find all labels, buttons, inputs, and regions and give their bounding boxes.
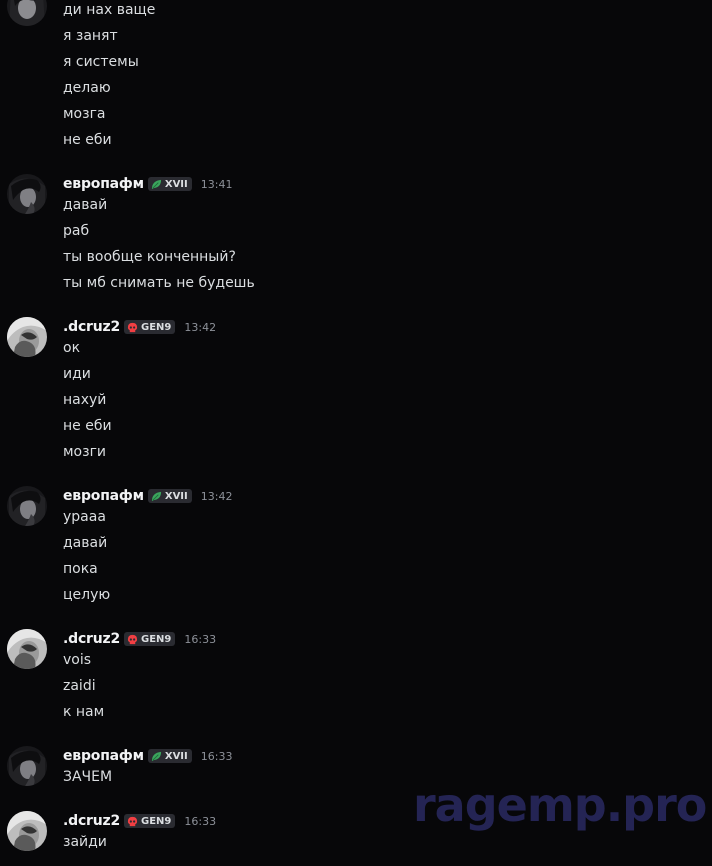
message-line: мозги [63,444,107,460]
message-line: давай [63,197,108,213]
avatar[interactable] [7,629,47,669]
clan-tag-label: GEN9 [141,633,172,645]
message-line: урааа [63,509,106,525]
timestamp: 16:33 [184,814,217,828]
message-line: ты мб снимать не будешь [63,275,255,291]
clan-tag[interactable]: GEN9 [124,320,176,334]
leaf-icon [151,491,161,501]
clan-tag-label: GEN9 [141,815,172,827]
message-line: не еби [63,132,112,148]
timestamp: 16:33 [200,749,233,763]
message-line: к нам [63,704,105,720]
message-header: европафм XVII 16:33 [63,746,232,766]
timestamp: 13:42 [184,320,217,334]
message-line: не еби [63,418,112,434]
watermark: ragemp.pro [413,778,707,832]
message-header: .dcruz2 GEN9 16:33 [63,629,216,649]
leaf-icon [151,179,161,189]
username[interactable]: .dcruz2 [63,813,120,829]
message-line: давай [63,535,108,551]
avatar[interactable] [7,174,47,214]
message-line: зайди [63,834,107,850]
avatar[interactable] [7,486,47,526]
clan-tag-label: XVII [164,490,188,502]
message-line: zaidi [63,678,96,694]
timestamp: 16:33 [184,632,217,646]
message-line: раб [63,223,90,239]
message-header: .dcruz2 GEN9 16:33 [63,811,216,831]
message-line: ок [63,340,81,356]
clan-tag-label: XVII [164,750,188,762]
timestamp: 13:41 [200,177,233,191]
timestamp: 13:42 [200,489,233,503]
skull-icon [127,634,138,644]
message-line: нахуй [63,392,107,408]
message-line: я занят [63,28,118,44]
clan-tag[interactable]: GEN9 [124,632,176,646]
message-line: целую [63,587,111,603]
avatar[interactable] [7,0,47,26]
avatar[interactable] [7,811,47,851]
skull-icon [127,322,138,332]
leaf-icon [151,751,161,761]
clan-tag-label: XVII [164,178,188,190]
chat-messages: ди нах ваще я занят я системы делаю мозг… [0,0,712,866]
message-line: ты вообще конченный? [63,249,236,265]
clan-tag[interactable]: XVII [147,749,192,763]
message-line: делаю [63,80,111,96]
message-line: vois [63,652,92,668]
clan-tag-label: GEN9 [141,321,172,333]
message-header: европафм XVII 13:42 [63,486,232,506]
message-line: ЗАЧЕМ [63,769,113,785]
message-line: иди [63,366,91,382]
clan-tag[interactable]: GEN9 [124,814,176,828]
message-line: мозга [63,106,106,122]
message-header: .dcruz2 GEN9 13:42 [63,317,216,337]
username[interactable]: .dcruz2 [63,631,120,647]
message-line: пока [63,561,98,577]
clan-tag[interactable]: XVII [147,177,192,191]
message-header: европафм XVII 13:41 [63,174,232,194]
username[interactable]: европафм [63,748,144,764]
skull-icon [127,816,138,826]
avatar[interactable] [7,746,47,786]
message-line: ди нах ваще [63,2,156,18]
clan-tag[interactable]: XVII [147,489,192,503]
username[interactable]: .dcruz2 [63,319,120,335]
username[interactable]: европафм [63,176,144,192]
username[interactable]: европафм [63,488,144,504]
message-line: я системы [63,54,139,70]
avatar[interactable] [7,317,47,357]
